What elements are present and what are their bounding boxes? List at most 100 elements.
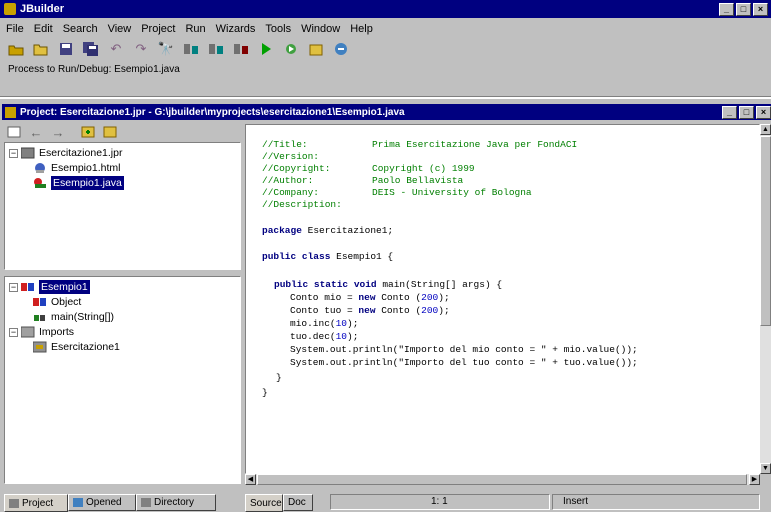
add-file-icon[interactable]	[80, 123, 96, 141]
tab-source[interactable]: Source	[245, 494, 283, 512]
wizard-icon[interactable]	[306, 40, 326, 58]
structure-class-node[interactable]: − Esempio1	[9, 280, 90, 294]
superclass-icon	[33, 298, 46, 306]
scroll-thumb-horizontal[interactable]	[257, 474, 747, 485]
project-tree-item-selected[interactable]: Esempio1.java	[33, 176, 124, 190]
project-tab-icon	[9, 498, 19, 508]
structure-imports-label: Imports	[39, 326, 75, 338]
project-tree-root[interactable]: − Esercitazione1.jpr	[9, 146, 122, 160]
redo-icon[interactable]: ↷	[131, 40, 151, 58]
code-line: mio.inc(10);	[290, 318, 359, 329]
structure-import-label: Esercitazione1	[51, 341, 120, 353]
build-icon[interactable]	[231, 40, 251, 58]
opened-tab-icon	[73, 498, 83, 507]
app-logo-icon	[4, 3, 16, 15]
collapse-icon[interactable]: −	[9, 148, 18, 158]
navigate-home-icon[interactable]	[6, 123, 22, 141]
code-line: Conto tuo = new Conto (200);	[290, 305, 450, 316]
tab-directory[interactable]: Directory	[136, 494, 216, 511]
navigate-forward-icon[interactable]: →	[50, 123, 66, 141]
open-project-icon[interactable]	[6, 40, 26, 58]
menu-view[interactable]: View	[108, 23, 132, 35]
rebuild-icon[interactable]	[206, 40, 226, 58]
editor-vertical-scrollbar[interactable]: ▲ ▼	[760, 124, 771, 474]
project-window-title-bar[interactable]: Project: Esercitazione1.jpr - G:\jbuilde…	[2, 104, 771, 120]
structure-member-label: main(String[])	[51, 311, 115, 323]
toolbar: ↶ ↷ 🔭	[6, 38, 356, 60]
menu-run[interactable]: Run	[185, 23, 205, 35]
code-editor[interactable]: //Title: Prima Esercitazione Java per Fon…	[245, 124, 760, 474]
structure-import-item[interactable]: Esercitazione1	[33, 340, 120, 354]
project-maximize-button[interactable]: □	[739, 105, 754, 119]
tab-opened[interactable]: Opened	[68, 494, 136, 511]
project-window-title: Project: Esercitazione1.jpr - G:\jbuilde…	[20, 106, 405, 118]
code-line: tuo.dec(10);	[290, 331, 359, 342]
edit-mode-indicator: Insert	[552, 494, 760, 510]
menu-window[interactable]: Window	[301, 23, 340, 35]
project-item-label: Esempio1.html	[51, 162, 121, 174]
code-line: //Description:	[262, 199, 342, 210]
structure-member[interactable]: Object	[33, 295, 81, 309]
menu-bar: File Edit Search View Project Run Wizard…	[6, 22, 383, 36]
scroll-up-button[interactable]: ▲	[760, 124, 771, 135]
remove-file-icon[interactable]	[102, 123, 118, 141]
code-line: //Copyright: Copyright (c) 1999	[262, 163, 475, 174]
project-item-label: Esempio1.java	[51, 176, 124, 190]
project-root-label: Esercitazione1.jpr	[39, 147, 123, 159]
menu-project[interactable]: Project	[141, 23, 175, 35]
tab-project[interactable]: Project	[4, 494, 68, 512]
menu-tools[interactable]: Tools	[265, 23, 291, 35]
editor-horizontal-scrollbar[interactable]: ◀ ▶	[245, 474, 760, 485]
help-icon[interactable]	[331, 40, 351, 58]
scroll-thumb-vertical[interactable]	[760, 136, 771, 326]
open-file-icon[interactable]	[31, 40, 51, 58]
menu-file[interactable]: File	[6, 23, 24, 35]
structure-member-label: Object	[51, 296, 82, 308]
html-file-icon	[35, 163, 45, 173]
code-line: //Version:	[262, 151, 320, 162]
scroll-right-button[interactable]: ▶	[749, 474, 760, 485]
navigate-back-icon[interactable]: ←	[28, 123, 44, 141]
java-file-icon	[34, 178, 46, 188]
menu-search[interactable]: Search	[63, 23, 98, 35]
undo-icon[interactable]: ↶	[106, 40, 126, 58]
class-icon	[21, 283, 34, 291]
menu-wizards[interactable]: Wizards	[216, 23, 256, 35]
project-icon	[21, 147, 35, 159]
menu-help[interactable]: Help	[350, 23, 373, 35]
structure-member[interactable]: main(String[])	[33, 310, 114, 324]
project-tree-pane: − Esercitazione1.jpr Esempio1.html Esemp…	[4, 142, 241, 270]
structure-tree-pane: − Esempio1 Object main(String[]) − Impor…	[4, 276, 241, 484]
structure-imports-node[interactable]: − Imports	[9, 325, 74, 339]
code-line: }	[262, 387, 268, 398]
save-icon[interactable]	[56, 40, 76, 58]
pane-splitter[interactable]	[4, 270, 241, 275]
collapse-icon[interactable]: −	[9, 282, 18, 292]
app-title-bar[interactable]: JBuilder _ □ ×	[0, 0, 771, 18]
code-line-class: public class Esempio1 {	[262, 251, 394, 262]
scroll-left-button[interactable]: ◀	[245, 474, 256, 485]
cursor-position: 1: 1	[330, 494, 550, 510]
code-line: //Company: DEIS - University of Bologna	[262, 187, 532, 198]
editor-tabs: Source Doc	[245, 492, 325, 512]
project-tree-item[interactable]: Esempio1.html	[33, 161, 120, 175]
project-close-button[interactable]: ×	[756, 105, 771, 119]
collapse-icon[interactable]: −	[9, 327, 18, 337]
run-icon[interactable]	[256, 40, 276, 58]
save-all-icon[interactable]	[81, 40, 101, 58]
left-pane-tabs: Project Opened Directory	[4, 492, 244, 512]
debug-icon[interactable]	[281, 40, 301, 58]
scroll-down-button[interactable]: ▼	[760, 463, 771, 474]
make-icon[interactable]	[181, 40, 201, 58]
maximize-button[interactable]: □	[736, 2, 751, 16]
code-line: //Author: Paolo Bellavista	[262, 175, 464, 186]
find-icon[interactable]: 🔭	[156, 40, 176, 58]
close-button[interactable]: ×	[753, 2, 768, 16]
tab-doc[interactable]: Doc	[283, 494, 313, 511]
minimize-button[interactable]: _	[719, 2, 734, 16]
menu-edit[interactable]: Edit	[34, 23, 53, 35]
code-line: //Title: Prima Esercitazione Java per Fon…	[262, 139, 578, 150]
package-icon	[33, 341, 47, 353]
chrome-divider	[0, 96, 771, 98]
project-minimize-button[interactable]: _	[722, 105, 737, 119]
